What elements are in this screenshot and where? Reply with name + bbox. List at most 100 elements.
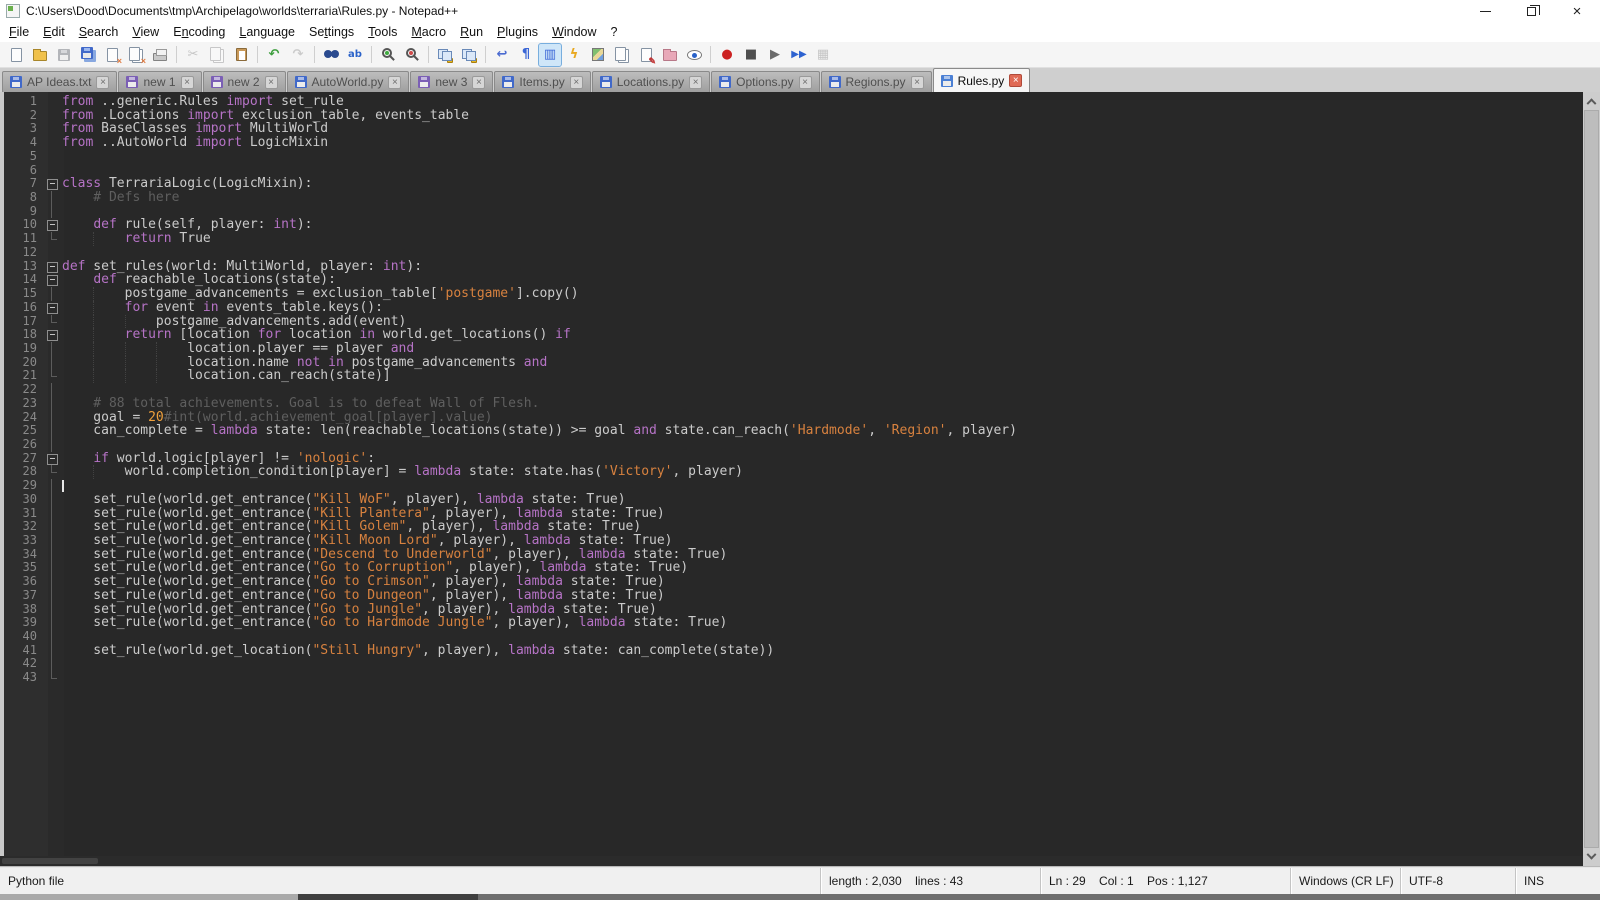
code-line: 37 set_rule(world.get_entrance("Go to Du… — [0, 589, 1583, 603]
menu-item-plugins[interactable]: Plugins — [490, 23, 545, 41]
menu-item-settings[interactable]: Settings — [302, 23, 361, 41]
fold-toggle-icon[interactable] — [44, 328, 60, 342]
tab-rules-py[interactable]: Rules.py× — [933, 68, 1031, 92]
close-all-button[interactable]: × — [125, 44, 147, 66]
zoom-in-button[interactable] — [377, 44, 399, 66]
menu-item-macro[interactable]: Macro — [404, 23, 453, 41]
code-line: 1from ..generic.Rules import set_rule — [0, 95, 1583, 109]
close-button[interactable]: × — [1554, 0, 1600, 22]
horizontal-scrollbar[interactable] — [0, 856, 1583, 866]
menu-item-window[interactable]: Window — [545, 23, 603, 41]
code-line: 42 — [0, 657, 1583, 671]
print-button[interactable] — [149, 44, 171, 66]
status-encoding[interactable]: UTF-8 — [1400, 868, 1515, 894]
lightning-button[interactable]: ϟ — [563, 44, 585, 66]
scroll-up-button[interactable] — [1583, 92, 1600, 109]
tab-close-icon[interactable]: × — [570, 76, 583, 89]
menu-item-view[interactable]: View — [125, 23, 166, 41]
macro-play-button[interactable]: ▶ — [764, 44, 786, 66]
zoom-in-icon — [382, 48, 392, 58]
minimize-button[interactable] — [1462, 0, 1508, 22]
tab-options-py[interactable]: Options.py× — [711, 71, 819, 92]
find-button[interactable] — [320, 44, 342, 66]
macro-stop-button[interactable]: ■ — [740, 44, 762, 66]
save-all-button[interactable] — [77, 44, 99, 66]
tab-close-icon[interactable]: × — [1009, 74, 1022, 87]
undo-button[interactable]: ↶ — [263, 44, 285, 66]
tab-locations-py[interactable]: Locations.py× — [592, 71, 710, 92]
fold-toggle-icon[interactable] — [44, 218, 60, 232]
close-button[interactable]: × — [101, 44, 123, 66]
new-file-button[interactable] — [5, 44, 27, 66]
tab-new-3[interactable]: new 3× — [410, 71, 493, 92]
menu-bar: FileEditSearchViewEncodingLanguageSettin… — [0, 22, 1600, 42]
word-wrap-button[interactable]: ↩ — [491, 44, 513, 66]
menu-item-language[interactable]: Language — [232, 23, 302, 41]
paste-button[interactable] — [230, 44, 252, 66]
zoom-out-button[interactable] — [401, 44, 423, 66]
fold-toggle-icon[interactable] — [44, 301, 60, 315]
redo-button[interactable]: ↷ — [287, 44, 309, 66]
tab-autoworld-py[interactable]: AutoWorld.py× — [287, 71, 410, 92]
fold-toggle-icon[interactable] — [44, 452, 60, 466]
tab-items-py[interactable]: Items.py × — [494, 71, 590, 92]
tab-close-icon[interactable]: × — [911, 76, 924, 89]
tab-new-2[interactable]: new 2× — [203, 71, 286, 92]
tab-close-icon[interactable]: × — [472, 76, 485, 89]
function-list-button[interactable]: ✎ — [635, 44, 657, 66]
menu-item-tools[interactable]: Tools — [361, 23, 404, 41]
tab-label: Items.py — [519, 75, 564, 89]
sync-vertical-button[interactable] — [434, 44, 456, 66]
macro-run-multiple-button[interactable]: ▶▶ — [788, 44, 810, 66]
replace-button[interactable]: ab — [344, 44, 366, 66]
show-all-characters-button[interactable]: ¶ — [515, 44, 537, 66]
tab-close-icon[interactable]: × — [388, 76, 401, 89]
replace-icon: ab — [348, 50, 362, 60]
fold-toggle-icon[interactable] — [44, 273, 60, 287]
line-number: 12 — [4, 246, 44, 260]
menu-item-run[interactable]: Run — [453, 23, 490, 41]
monitoring-button[interactable] — [683, 44, 705, 66]
macro-record-button[interactable]: ● — [716, 44, 738, 66]
folder-as-workspace-button[interactable] — [659, 44, 681, 66]
sync-horizontal-button[interactable] — [458, 44, 480, 66]
indent-guide — [156, 356, 157, 370]
document-list-button[interactable] — [611, 44, 633, 66]
restore-button[interactable] — [1508, 0, 1554, 22]
menu-item-help[interactable]: ? — [604, 23, 625, 41]
horizontal-scrollbar-thumb[interactable] — [2, 858, 98, 864]
tab-close-icon[interactable]: × — [181, 76, 194, 89]
status-eol-format[interactable]: Windows (CR LF) — [1290, 868, 1400, 894]
tab-regions-py[interactable]: Regions.py× — [821, 71, 932, 92]
open-button[interactable] — [29, 44, 51, 66]
code-area[interactable]: 1from ..generic.Rules import set_rule2fr… — [0, 92, 1583, 856]
tab-close-icon[interactable]: × — [265, 76, 278, 89]
status-typing-mode[interactable]: INS — [1515, 868, 1600, 894]
code-text: postgame_advancements.add(event) — [60, 315, 406, 329]
tab-close-icon[interactable]: × — [96, 76, 109, 89]
copy-button[interactable] — [206, 44, 228, 66]
code-line: 17 postgame_advancements.add(event) — [0, 315, 1583, 329]
code-line: 24 goal = 20#int(world.achievement_goal[… — [0, 411, 1583, 425]
vertical-scrollbar[interactable] — [1583, 92, 1600, 866]
line-number: 15 — [4, 287, 44, 301]
indent-guide-button[interactable]: ▥ — [539, 44, 561, 66]
tab-ap-ideas-txt[interactable]: AP Ideas.txt× — [2, 71, 117, 92]
save-button[interactable] — [53, 44, 75, 66]
menu-item-file[interactable]: File — [2, 23, 36, 41]
menu-item-search[interactable]: Search — [72, 23, 126, 41]
fold-toggle-icon[interactable] — [44, 177, 60, 191]
menu-item-encoding[interactable]: Encoding — [166, 23, 232, 41]
vertical-scrollbar-thumb[interactable] — [1584, 110, 1599, 848]
menu-item-edit[interactable]: Edit — [36, 23, 72, 41]
document-map-button[interactable] — [587, 44, 609, 66]
fold-margin — [44, 164, 60, 178]
line-number: 17 — [4, 315, 44, 329]
cut-button[interactable]: ✂ — [182, 44, 204, 66]
macro-save-button[interactable]: ▦ — [812, 44, 834, 66]
tab-close-icon[interactable]: × — [689, 76, 702, 89]
scroll-down-button[interactable] — [1583, 849, 1600, 866]
tab-new-1[interactable]: new 1× — [118, 71, 201, 92]
fold-toggle-icon[interactable] — [44, 260, 60, 274]
tab-close-icon[interactable]: × — [799, 76, 812, 89]
